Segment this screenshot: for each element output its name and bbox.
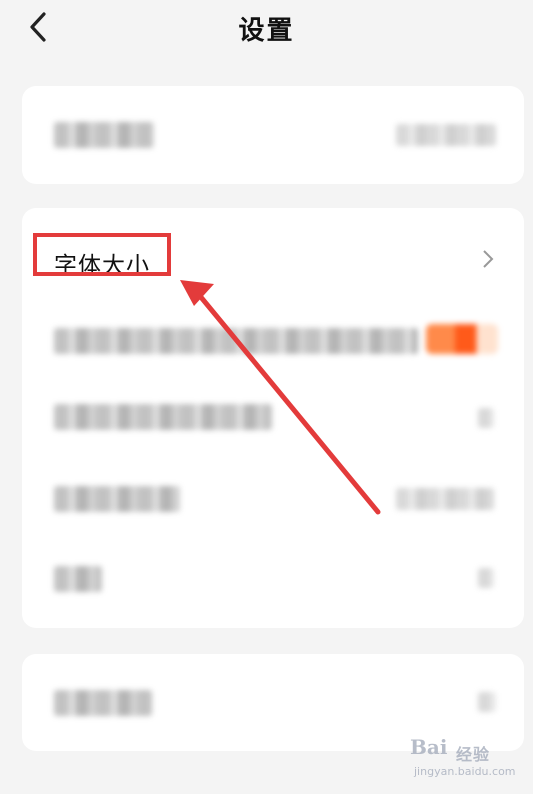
settings-row-blurred-6[interactable] bbox=[22, 662, 524, 742]
top-bar: 设置 bbox=[0, 0, 533, 56]
settings-row-blurred-3[interactable] bbox=[22, 380, 524, 460]
blurred-label bbox=[54, 328, 418, 354]
blurred-value bbox=[396, 488, 494, 510]
font-size-label: 字体大小 bbox=[54, 253, 150, 279]
chevron-right-icon bbox=[483, 250, 494, 268]
blurred-label bbox=[54, 404, 272, 430]
blurred-label bbox=[54, 122, 154, 148]
settings-row-blurred-5[interactable] bbox=[22, 540, 524, 620]
font-size-row[interactable]: 字体大小 bbox=[22, 208, 524, 288]
settings-row-blurred-4[interactable] bbox=[22, 460, 524, 540]
baidu-jingyan-watermark: Bai 经验 jingyan.baidu.com bbox=[410, 735, 530, 785]
blurred-value bbox=[396, 124, 496, 146]
blurred-label bbox=[54, 690, 152, 716]
settings-group-2: 字体大小 bbox=[22, 208, 524, 628]
watermark-text: 经验 bbox=[456, 745, 491, 764]
blurred-chevron-icon bbox=[478, 408, 494, 428]
blurred-label bbox=[54, 566, 102, 592]
toggle-switch[interactable] bbox=[426, 324, 498, 354]
settings-group-1 bbox=[22, 86, 524, 184]
watermark-logo: Bai bbox=[410, 735, 448, 759]
settings-row-blurred-1[interactable] bbox=[22, 94, 524, 174]
page-title: 设置 bbox=[238, 16, 295, 46]
watermark-url: jingyan.baidu.com bbox=[414, 765, 516, 778]
blurred-chevron-icon bbox=[478, 692, 496, 712]
blurred-label bbox=[54, 486, 180, 512]
blurred-chevron-icon bbox=[478, 568, 494, 588]
